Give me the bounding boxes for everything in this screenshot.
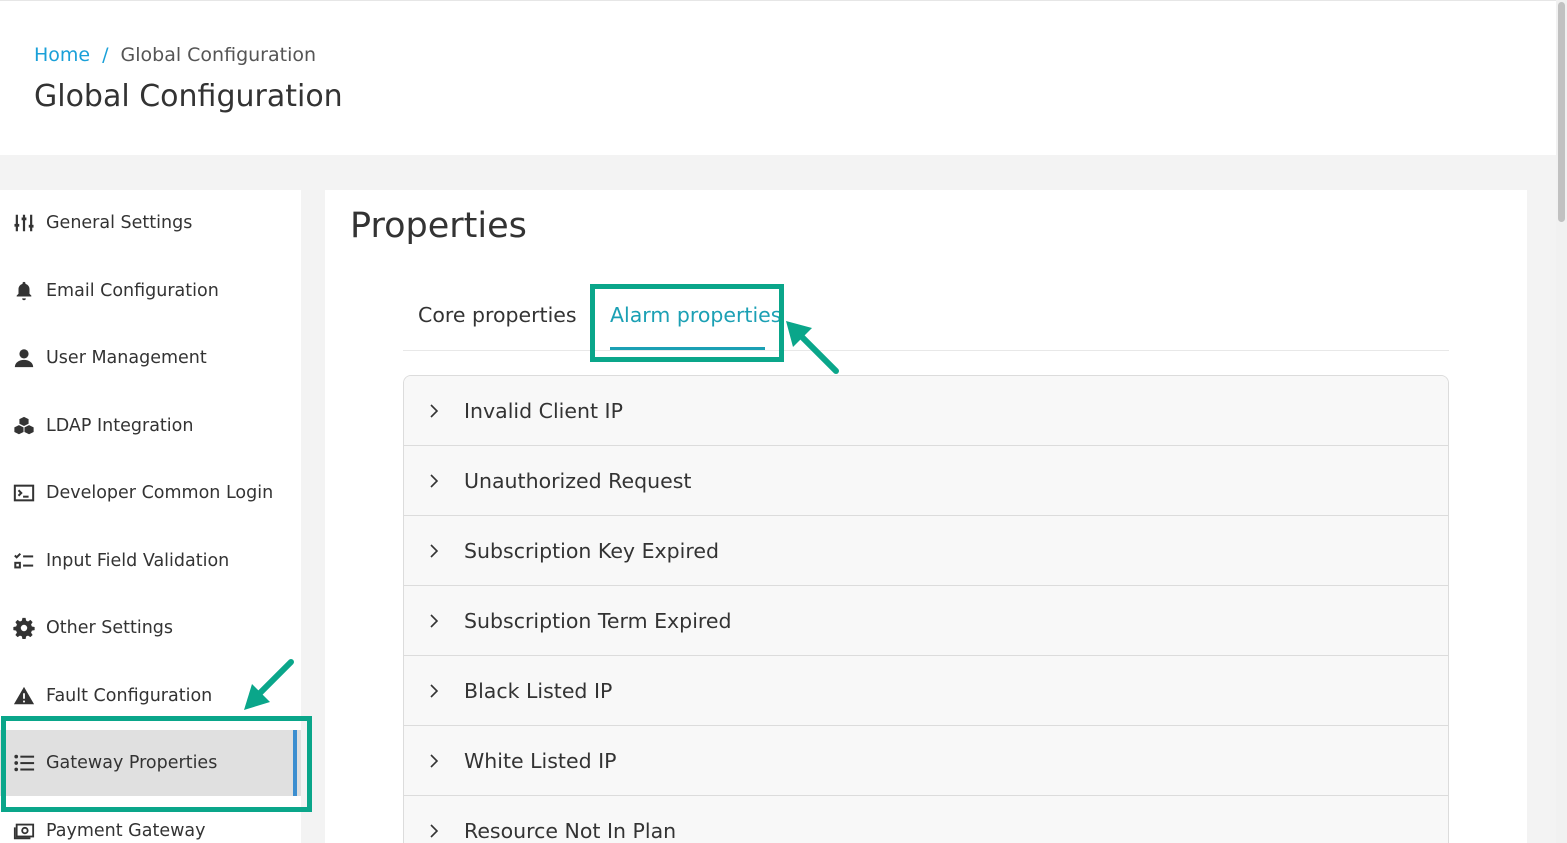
warning-icon (0, 685, 46, 707)
page-title: Global Configuration (34, 79, 343, 114)
breadcrumb-separator: / (102, 44, 109, 66)
sidebar-item-label: Fault Configuration (46, 686, 213, 706)
sidebar-item-label: Developer Common Login (46, 483, 274, 503)
breadcrumb-home-link[interactable]: Home (34, 44, 90, 66)
sidebar-item-label: Payment Gateway (46, 821, 206, 841)
sidebar-item-general-settings[interactable]: General Settings (0, 190, 301, 256)
sidebar-item-other-settings[interactable]: Other Settings (0, 595, 301, 661)
accordion-item-subscription-term-expired[interactable]: Subscription Term Expired (404, 586, 1448, 656)
accordion-item-label: Resource Not In Plan (464, 818, 677, 843)
bell-icon (0, 280, 46, 302)
properties-tabs: Core properties Alarm properties (403, 285, 1449, 351)
scrollbar-thumb[interactable] (1558, 2, 1565, 222)
sidebar-item-label: User Management (46, 348, 207, 368)
sidebar-item-user-management[interactable]: User Management (0, 325, 301, 391)
checklist-icon (0, 550, 46, 572)
money-icon (0, 820, 46, 842)
sidebar-item-label: Other Settings (46, 618, 174, 638)
user-icon (0, 347, 46, 369)
accordion-item-white-listed-ip[interactable]: White Listed IP (404, 726, 1448, 796)
chevron-right-icon (404, 473, 464, 488)
alarm-properties-accordion: Invalid Client IP Unauthorized Request S… (403, 375, 1449, 843)
sidebar-item-developer-common-login[interactable]: Developer Common Login (0, 460, 301, 526)
breadcrumb: Home / Global Configuration (34, 44, 316, 66)
sidebar-item-label: General Settings (46, 213, 193, 233)
chevron-right-icon (404, 753, 464, 768)
accordion-item-label: White Listed IP (464, 748, 617, 773)
accordion-item-label: Black Listed IP (464, 678, 613, 703)
accordion-item-label: Subscription Key Expired (464, 538, 719, 563)
page-scrollbar[interactable] (1556, 0, 1567, 843)
accordion-item-label: Unauthorized Request (464, 468, 692, 493)
breadcrumb-current: Global Configuration (120, 44, 317, 66)
gear-icon (0, 617, 46, 639)
annotation-arrow-icon (786, 321, 839, 374)
page-header: Home / Global Configuration Global Confi… (0, 0, 1556, 155)
sidebar-item-input-field-validation[interactable]: Input Field Validation (0, 528, 301, 594)
sidebar-item-label: Email Configuration (46, 281, 219, 301)
accordion-item-unauthorized-request[interactable]: Unauthorized Request (404, 446, 1448, 516)
accordion-item-black-listed-ip[interactable]: Black Listed IP (404, 656, 1448, 726)
sidebar-item-ldap-integration[interactable]: LDAP Integration (0, 393, 301, 459)
chevron-right-icon (404, 403, 464, 418)
accordion-item-invalid-client-ip[interactable]: Invalid Client IP (404, 376, 1448, 446)
accordion-item-subscription-key-expired[interactable]: Subscription Key Expired (404, 516, 1448, 586)
chevron-right-icon (404, 543, 464, 558)
properties-panel: Properties Core properties Alarm propert… (325, 190, 1527, 843)
sidebar-item-label: LDAP Integration (46, 416, 194, 436)
tab-core-properties[interactable]: Core properties (418, 303, 577, 327)
highlight-alarm-properties-tab (590, 284, 784, 362)
chevron-right-icon (404, 683, 464, 698)
chevron-right-icon (404, 823, 464, 838)
terminal-icon (0, 482, 46, 504)
accordion-item-label: Invalid Client IP (464, 398, 623, 423)
properties-title: Properties (350, 206, 527, 246)
sidebar-item-label: Input Field Validation (46, 551, 230, 571)
cubes-icon (0, 415, 46, 437)
highlight-gateway-properties (1, 716, 312, 812)
annotation-arrow-icon (244, 659, 294, 710)
accordion-item-resource-not-in-plan[interactable]: Resource Not In Plan (404, 796, 1448, 843)
accordion-item-label: Subscription Term Expired (464, 608, 732, 633)
sliders-icon (0, 212, 46, 234)
chevron-right-icon (404, 613, 464, 628)
sidebar-item-email-configuration[interactable]: Email Configuration (0, 258, 301, 324)
